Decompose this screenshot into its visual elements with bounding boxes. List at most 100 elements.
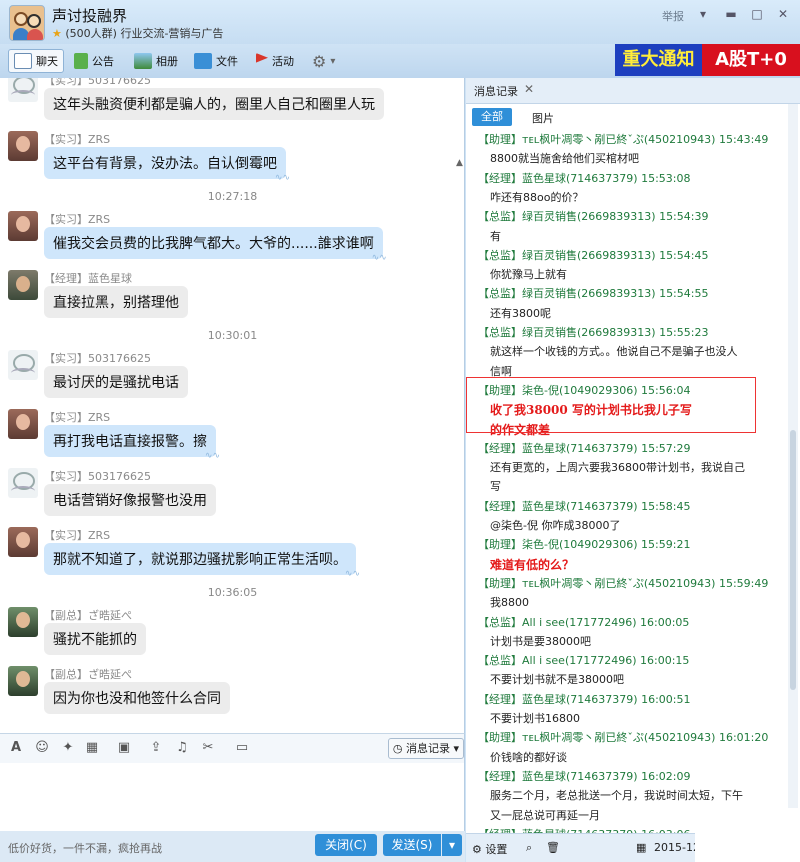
group-meta-text: (500人群) 行业交流-营销与广告 — [65, 27, 224, 40]
tab-message-history[interactable]: 消息记录 — [474, 83, 518, 99]
menu-dropdown-icon[interactable]: ▾ — [694, 6, 712, 22]
avatar[interactable] — [8, 350, 38, 380]
history-entry-text: 价钱啥的都好谈 — [490, 750, 567, 764]
sender-name[interactable]: 【实习】503176625 — [44, 468, 151, 484]
message-timestamp: 10:27:18 — [207, 190, 258, 203]
message-bubble: 这平台有背景，没办法。自认倒霉吧 — [44, 147, 290, 183]
sender-name[interactable]: 【实习】503176625 — [44, 350, 151, 366]
screenshot-icon[interactable]: ▭ — [234, 740, 250, 756]
message-timestamp: 10:36:05 — [207, 586, 258, 599]
photo-icon — [134, 53, 152, 69]
avatar[interactable] — [8, 468, 38, 498]
magic-wand-icon[interactable]: ✦ — [60, 740, 76, 756]
ad-banner-right: A股T+0 — [702, 44, 800, 76]
message-bubble: 催我交会员费的比我脾气都大。大爷的......誰求谁啊 — [44, 227, 386, 263]
history-entry-text: 计划书是要38000吧 — [490, 634, 591, 648]
font-icon[interactable]: A — [8, 740, 24, 756]
tab-chat-label: 聊天 — [36, 55, 58, 68]
search-icon[interactable]: ⌕ — [526, 841, 532, 855]
message-timestamp: 10:30:01 — [207, 329, 258, 342]
filter-pictures-button[interactable]: 图片 — [532, 110, 554, 126]
send-options-dropdown[interactable]: ▾ — [442, 834, 462, 856]
history-entry-header[interactable]: 【经理】蓝色星球(714637379) 15:57:29 — [478, 440, 690, 456]
history-entry-header[interactable]: 【助理】ᴛᴇʟ枫叶凋零丶剐已終ˇぷ(450210943) 15:43:49 — [478, 131, 768, 147]
history-scroll-thumb[interactable] — [790, 430, 796, 690]
history-entry-text: 不要计划书就不是38000吧 — [490, 673, 624, 687]
message-input[interactable] — [0, 763, 465, 831]
history-entry-header[interactable]: 【总监】绿百灵销售(2669839313) 15:54:55 — [478, 285, 708, 301]
group-avatar[interactable] — [9, 5, 45, 41]
sender-name[interactable]: 【副总】ざ晧延ぺ — [44, 607, 132, 623]
close-icon[interactable]: ✕ — [524, 82, 534, 96]
sender-name[interactable]: 【实习】ZRS — [44, 409, 110, 425]
history-entry-header[interactable]: 【助理】柒色-倪(1049029306) 15:59:21 — [478, 536, 690, 552]
sender-name[interactable]: 【副总】ざ晧延ぺ — [44, 666, 132, 682]
settings-button[interactable]: ⚙ 设置 — [472, 841, 507, 857]
music-icon[interactable]: ♫ — [174, 740, 190, 756]
history-entry-header[interactable]: 【经理】蓝色星球(714637379) 15:58:45 — [478, 498, 690, 514]
sender-name[interactable]: 【实习】ZRS — [44, 131, 110, 147]
megaphone-icon — [74, 53, 88, 69]
avatar[interactable] — [8, 270, 38, 300]
maximize-button[interactable]: □ — [748, 6, 766, 22]
emoji-icon[interactable]: ☺ — [34, 740, 50, 756]
clock-icon: ◷ — [392, 742, 403, 755]
settings-gear-icon[interactable]: ⚙ ▾ — [312, 49, 335, 73]
history-entry-header[interactable]: 【助理】ᴛᴇʟ枫叶凋零丶剐已終ˇぷ(450210943) 16:01:20 — [478, 729, 768, 745]
gift-icon[interactable]: ▦ — [84, 740, 100, 756]
sender-name[interactable]: 【经理】蓝色星球 — [44, 270, 132, 286]
history-entry-header[interactable]: 【经理】蓝色星球(714637379) 16:02:09 — [478, 768, 690, 784]
gear-icon: ⚙ — [472, 843, 482, 856]
history-entry-header[interactable]: 【总监】All i see(171772496) 16:00:05 — [478, 614, 689, 630]
chat-message-area[interactable]: 【实习】503176625 这年头融资便利都是骗人的，圈里人自己和圈里人玩 【实… — [0, 78, 465, 733]
avatar[interactable] — [8, 409, 38, 439]
flag-icon — [256, 53, 268, 63]
calendar-icon[interactable]: ▦ — [636, 841, 646, 854]
blank-overlay — [695, 808, 800, 862]
close-chat-button[interactable]: 关闭(C) — [315, 834, 377, 856]
message-bubble: 这年头融资便利都是骗人的，圈里人自己和圈里人玩 — [44, 88, 384, 120]
tab-album[interactable]: 相册 — [134, 49, 178, 73]
tab-activity-label: 活动 — [272, 55, 294, 68]
sender-name[interactable]: 【实习】503176625 — [44, 78, 151, 88]
tab-chat[interactable]: 聊天 — [8, 49, 64, 73]
report-link[interactable]: 举报 — [662, 8, 684, 24]
avatar[interactable] — [8, 78, 38, 102]
scissors-icon[interactable]: ✂ — [200, 740, 216, 756]
message-history-button[interactable]: ◷ 消息记录 ▾ — [388, 738, 464, 759]
avatar[interactable] — [8, 211, 38, 241]
history-entry-text: 还有更宽的，上周六要我36800带计划书，我说自己 — [490, 461, 745, 475]
filter-all-button[interactable]: 全部 — [472, 108, 512, 126]
avatar[interactable] — [8, 131, 38, 161]
history-entry-text: 还有3800呢 — [490, 306, 551, 320]
history-entry-header[interactable]: 【总监】绿百灵销售(2669839313) 15:55:23 — [478, 324, 708, 340]
ad-banner[interactable]: 重大通知 A股T+0 — [615, 44, 800, 76]
tab-activity[interactable]: 活动 — [256, 49, 294, 73]
upload-icon[interactable]: ⇪ — [148, 740, 164, 756]
history-entry-header[interactable]: 【总监】绿百灵销售(2669839313) 15:54:39 — [478, 208, 708, 224]
avatar[interactable] — [8, 607, 38, 637]
history-entry-header[interactable]: 【总监】All i see(171772496) 16:00:15 — [478, 652, 689, 668]
footer-hint[interactable]: 低价好货，一件不漏，疯抢再战 — [8, 840, 162, 856]
tab-file-label: 文件 — [216, 55, 238, 68]
tab-file[interactable]: 文件 — [194, 49, 238, 73]
message-bubble: 骚扰不能抓的 — [44, 623, 146, 655]
group-meta: ★ (500人群) 行业交流-营销与广告 — [52, 25, 223, 41]
history-entry-header[interactable]: 【经理】蓝色星球(714637379) 15:53:08 — [478, 170, 690, 186]
history-entry-header[interactable]: 【总监】绿百灵销售(2669839313) 15:54:45 — [478, 247, 708, 263]
avatar[interactable] — [8, 666, 38, 696]
group-name[interactable]: 声讨投融界 — [52, 5, 127, 26]
sender-name[interactable]: 【实习】ZRS — [44, 527, 110, 543]
history-entry-header[interactable]: 【经理】蓝色星球(714637379) 16:00:51 — [478, 691, 690, 707]
tab-notice[interactable]: 公告 — [74, 49, 114, 73]
sender-name[interactable]: 【实习】ZRS — [44, 211, 110, 227]
history-entry-header[interactable]: 【助理】ᴛᴇʟ枫叶凋零丶剐已終ˇぷ(450210943) 15:59:49 — [478, 575, 768, 591]
minimize-button[interactable]: ▬ — [722, 6, 740, 22]
message-history-label: 消息记录 — [406, 742, 451, 755]
send-button[interactable]: 发送(S) — [383, 834, 441, 856]
delete-icon[interactable]: 🗑︎ — [546, 841, 560, 854]
close-button[interactable]: ✕ — [774, 6, 792, 22]
avatar[interactable] — [8, 527, 38, 557]
chat-scrollbar[interactable]: ▲ ▼ — [456, 158, 464, 733]
image-icon[interactable]: ▣ — [116, 740, 132, 756]
